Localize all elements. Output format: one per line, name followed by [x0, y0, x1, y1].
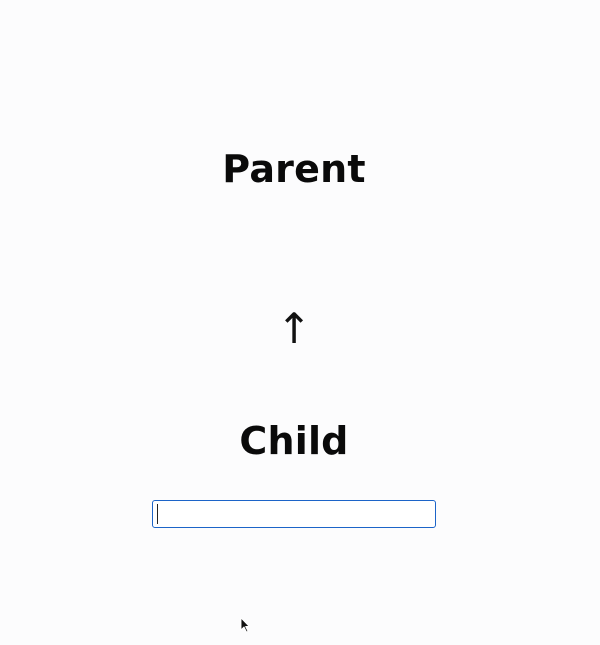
mouse-pointer-icon: [240, 617, 250, 633]
page-canvas: Parent ↑ Child: [0, 0, 600, 645]
text-caret: [157, 504, 158, 524]
child-text-input[interactable]: [152, 500, 436, 528]
up-arrow-icon: ↑: [276, 304, 312, 353]
parent-title: Parent: [222, 147, 366, 191]
child-title: Child: [239, 419, 349, 463]
